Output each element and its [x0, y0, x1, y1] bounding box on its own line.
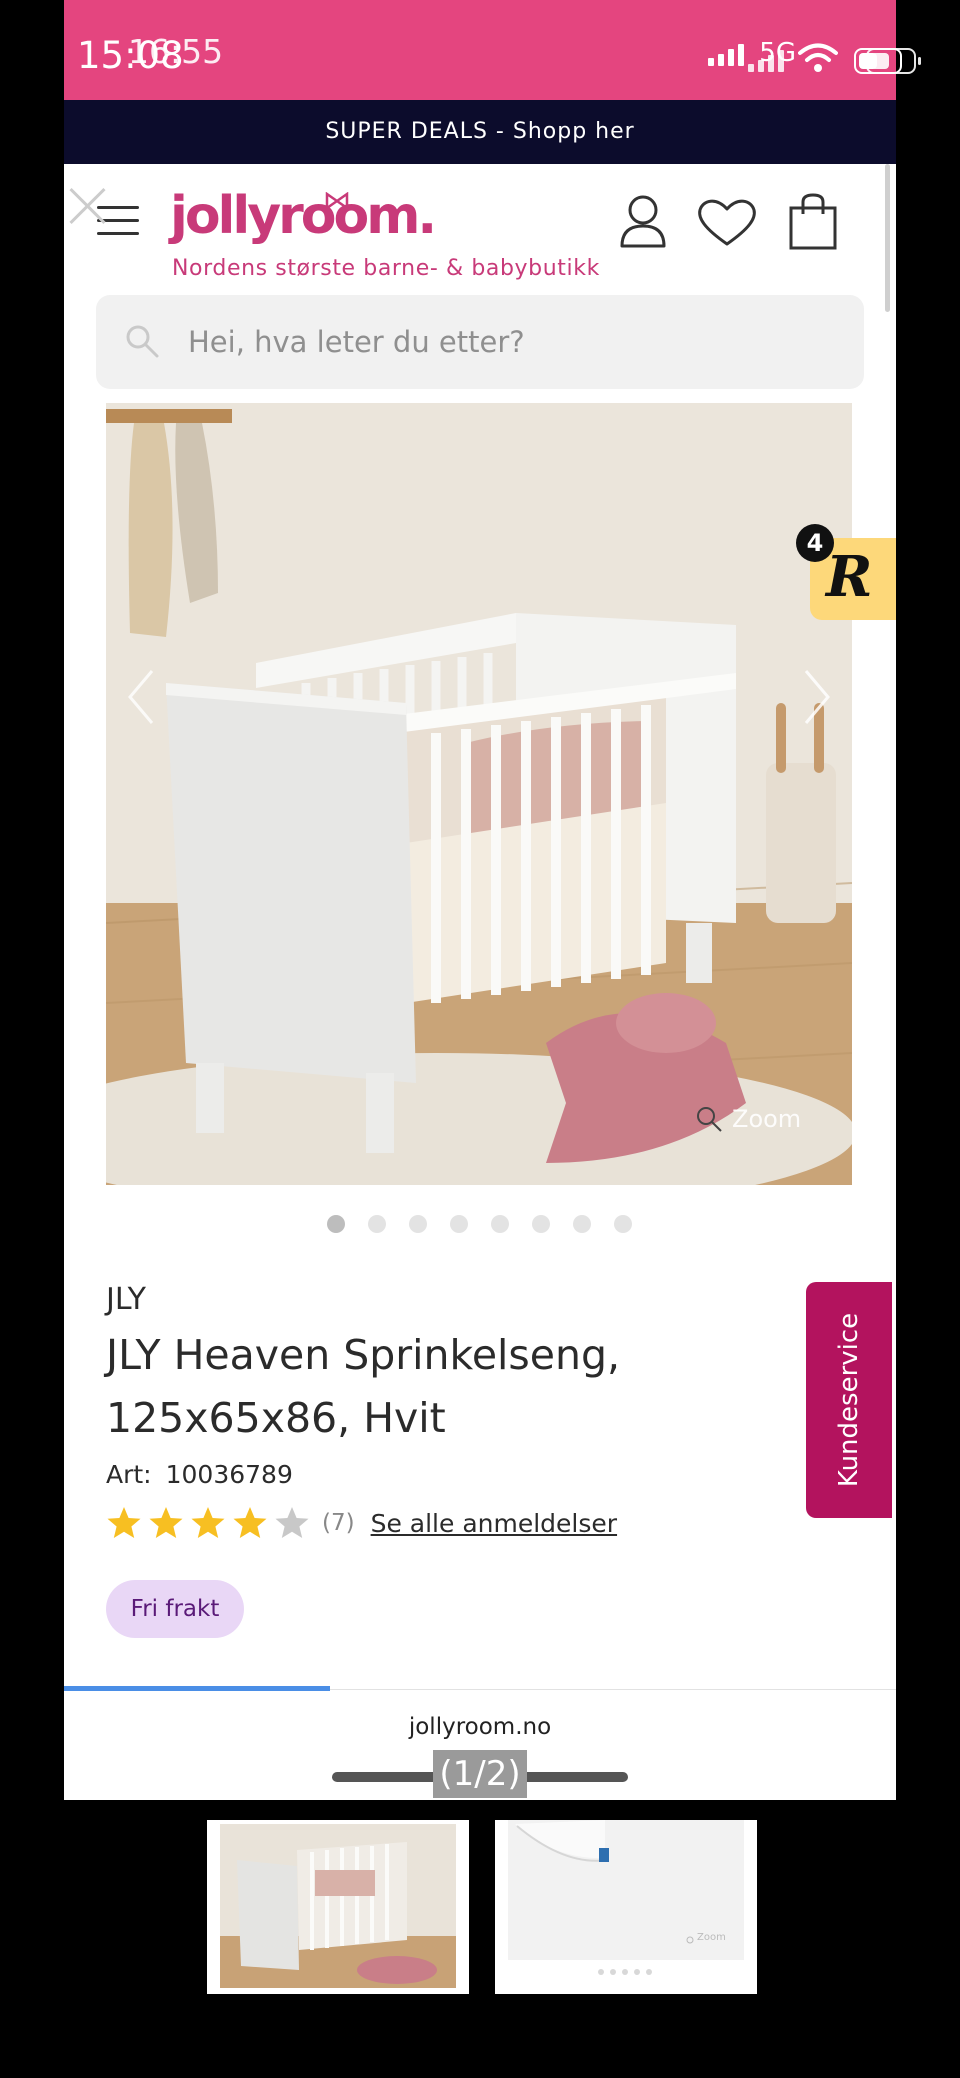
zoom-icon: [697, 1107, 722, 1132]
gallery-dot[interactable]: [409, 1215, 427, 1233]
mattress-thumbnail-image: [495, 1820, 757, 1994]
gallery-dot[interactable]: [614, 1215, 632, 1233]
product-brand[interactable]: JLY: [106, 1282, 146, 1317]
zoom-button[interactable]: Zoom: [694, 1104, 801, 1134]
article-value: 10036789: [165, 1460, 293, 1489]
logo[interactable]: jollyroom.: [170, 186, 437, 246]
gallery-dot[interactable]: [573, 1215, 591, 1233]
account-icon[interactable]: [618, 194, 668, 248]
battery-icon-secondary: [866, 48, 921, 74]
image-counter: (1/2): [433, 1750, 527, 1798]
star-empty-icon: [275, 1507, 309, 1538]
crib-photo: [106, 403, 852, 1185]
zoom-label: Zoom: [732, 1105, 802, 1133]
mattress-thumbnail[interactable]: Zoom: [495, 1820, 757, 1994]
gallery-dot[interactable]: [491, 1215, 509, 1233]
rewards-letter: R: [826, 544, 873, 610]
star-filled-icon: [107, 1507, 141, 1538]
promo-banner[interactable]: SUPER DEALS - Shopp her: [64, 100, 896, 164]
close-icon[interactable]: [66, 184, 110, 228]
see-all-reviews-link[interactable]: Se alle anmeldelser: [371, 1509, 617, 1538]
article-label: Art:: [106, 1460, 152, 1489]
review-count: (7): [322, 1510, 355, 1536]
gallery-dot[interactable]: [327, 1215, 345, 1233]
rewards-button[interactable]: R 4: [796, 524, 896, 620]
tagline: Nordens største barne- & babybutikk: [172, 256, 600, 281]
status-bar: 16:55 15:08 5G: [64, 0, 921, 100]
chevron-left-icon[interactable]: [126, 667, 156, 727]
crib-thumbnail-image: [207, 1820, 469, 1994]
free-shipping-badge: Fri frakt: [106, 1580, 244, 1638]
page-scrollbar[interactable]: [885, 164, 890, 312]
shopping-bag-icon[interactable]: [788, 192, 838, 250]
customer-service-label: Kundeservice: [834, 1312, 864, 1488]
chevron-right-icon[interactable]: [802, 667, 832, 727]
rewards-badge: 4: [796, 524, 834, 562]
gallery-dots: [64, 1215, 896, 1237]
product-image[interactable]: [106, 403, 852, 1185]
rating-stars: [106, 1506, 316, 1540]
star-filled-icon: [191, 1507, 225, 1538]
product-rating: (7) Se alle anmeldelser: [106, 1506, 617, 1540]
product-title: JLY Heaven Sprinkelseng, 125x65x86, Hvit: [106, 1331, 621, 1442]
gallery-dot[interactable]: [450, 1215, 468, 1233]
star-filled-icon: [149, 1507, 183, 1538]
search-input[interactable]: [188, 295, 828, 389]
search-bar[interactable]: [96, 295, 864, 389]
page-load-progress: [64, 1686, 331, 1691]
signal-icon: [708, 44, 744, 66]
bow-icon: [325, 192, 349, 210]
gallery-dot[interactable]: [532, 1215, 550, 1233]
crib-room-thumbnail[interactable]: [207, 1820, 469, 1994]
web-page: jollyroom. Nordens største barne- & baby…: [64, 164, 896, 1800]
gallery-dot[interactable]: [368, 1215, 386, 1233]
status-time: 15:08: [77, 34, 184, 77]
thumb-zoom-label: Zoom: [697, 1932, 726, 1943]
url-label[interactable]: jollyroom.no: [64, 1714, 896, 1740]
search-icon: [126, 325, 159, 358]
customer-service-tab[interactable]: Kundeservice: [806, 1282, 892, 1518]
star-filled-icon: [233, 1507, 267, 1538]
network-label: 5G: [759, 38, 796, 68]
article-number: Art: 10036789: [106, 1460, 293, 1489]
heart-icon[interactable]: [696, 196, 758, 248]
wifi-icon: [798, 43, 838, 72]
